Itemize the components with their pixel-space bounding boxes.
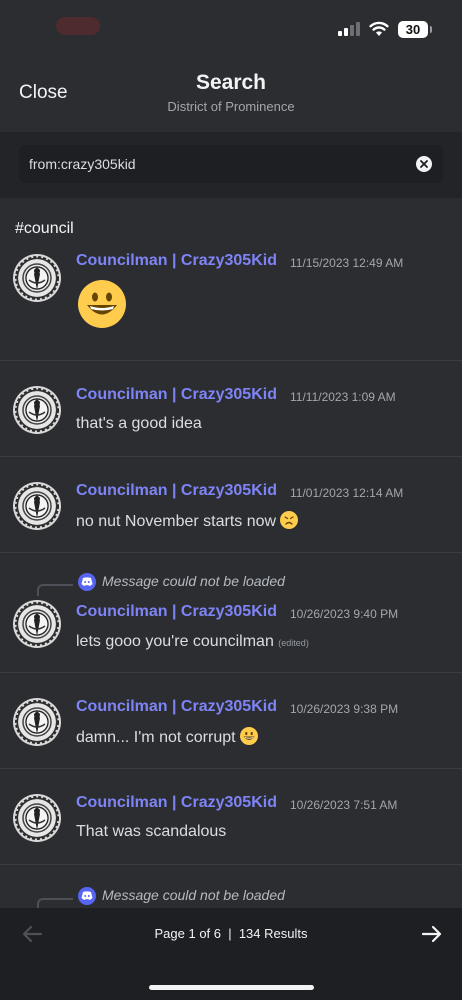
avatar[interactable]: [13, 698, 61, 746]
server-name: District of Prominence: [167, 99, 295, 114]
search-header: Close Search District of Prominence: [0, 60, 462, 132]
search-bar: from:crazy305kid: [0, 132, 462, 198]
search-input[interactable]: from:crazy305kid: [19, 145, 443, 183]
author-name[interactable]: Councilman | Crazy305Kid: [76, 482, 277, 500]
discord-icon: [78, 887, 96, 905]
divider: [0, 552, 462, 553]
divider: [0, 864, 462, 865]
reply-preview[interactable]: Message could not be loaded: [102, 887, 285, 903]
timestamp: 10/26/2023 7:51 AM: [290, 798, 398, 812]
author-name[interactable]: Councilman | Crazy305Kid: [76, 794, 277, 812]
author-name[interactable]: Councilman | Crazy305Kid: [76, 252, 277, 270]
message-item[interactable]: Councilman | Crazy305Kid 11/15/2023 12:4…: [0, 248, 462, 360]
channel-name[interactable]: #council: [15, 220, 74, 238]
message-item[interactable]: Message could not be loaded Councilman |…: [0, 572, 462, 672]
timestamp: 10/26/2023 9:38 PM: [290, 702, 399, 716]
page-title: Search: [195, 71, 267, 94]
search-query: from:crazy305kid: [29, 156, 136, 172]
message-content: that's a good idea: [76, 415, 202, 432]
divider: [0, 456, 462, 457]
grinning-face-emoji: [239, 727, 258, 745]
author-name[interactable]: Councilman | Crazy305Kid: [76, 386, 277, 404]
pagination-footer: Page 1 of 6 | 134 Results: [0, 908, 462, 1000]
arrow-right-icon[interactable]: [420, 924, 444, 944]
avatar[interactable]: [13, 600, 61, 648]
message-item[interactable]: Councilman | Crazy305Kid 11/01/2023 12:1…: [0, 478, 462, 552]
message-item[interactable]: Councilman | Crazy305Kid 11/11/2023 1:09…: [0, 382, 462, 456]
divider: [0, 360, 462, 361]
avatar[interactable]: [13, 386, 61, 434]
discord-icon: [78, 573, 96, 591]
cellular-signal-icon: [338, 22, 362, 36]
message-content: That was scandalous: [76, 823, 227, 840]
home-indicator: [149, 985, 314, 990]
persevering-face-emoji: [280, 511, 299, 529]
pagination-status: Page 1 of 6 | 134 Results: [154, 926, 308, 941]
message-content: lets gooo you're councilman (edited): [76, 633, 309, 651]
timestamp: 11/15/2023 12:49 AM: [290, 256, 404, 270]
battery-icon: 30: [398, 21, 432, 38]
message-content: damn... I'm not corrupt: [76, 727, 258, 747]
message-content: no nut November starts now: [76, 511, 299, 531]
clear-icon[interactable]: [416, 156, 432, 172]
edited-label: (edited): [278, 638, 309, 648]
timestamp: 11/01/2023 12:14 AM: [290, 486, 404, 500]
reply-connector: [37, 898, 73, 908]
search-results: #council Councilman | Crazy305Kid 11/15/…: [0, 198, 462, 908]
author-name[interactable]: Councilman | Crazy305Kid: [76, 603, 277, 621]
wifi-icon: [369, 21, 389, 36]
message-item[interactable]: Message could not be loaded: [0, 886, 462, 908]
message-text: lets gooo you're councilman: [76, 633, 274, 650]
avatar[interactable]: [13, 482, 61, 530]
message-item[interactable]: Councilman | Crazy305Kid 10/26/2023 7:51…: [0, 790, 462, 864]
recording-indicator: [56, 17, 100, 35]
avatar[interactable]: [13, 254, 61, 302]
timestamp: 10/26/2023 9:40 PM: [290, 607, 399, 621]
timestamp: 11/11/2023 1:09 AM: [290, 390, 396, 404]
status-bar: 30: [0, 0, 462, 60]
grinning-face-emoji: [78, 280, 126, 328]
reply-connector: [37, 584, 73, 596]
message-item[interactable]: Councilman | Crazy305Kid 10/26/2023 9:38…: [0, 694, 462, 768]
divider: [0, 768, 462, 769]
divider: [0, 672, 462, 673]
reply-preview[interactable]: Message could not be loaded: [102, 573, 285, 589]
message-text: no nut November starts now: [76, 513, 277, 530]
message-text: damn... I'm not corrupt: [76, 729, 236, 746]
avatar[interactable]: [13, 794, 61, 842]
author-name[interactable]: Councilman | Crazy305Kid: [76, 698, 277, 716]
